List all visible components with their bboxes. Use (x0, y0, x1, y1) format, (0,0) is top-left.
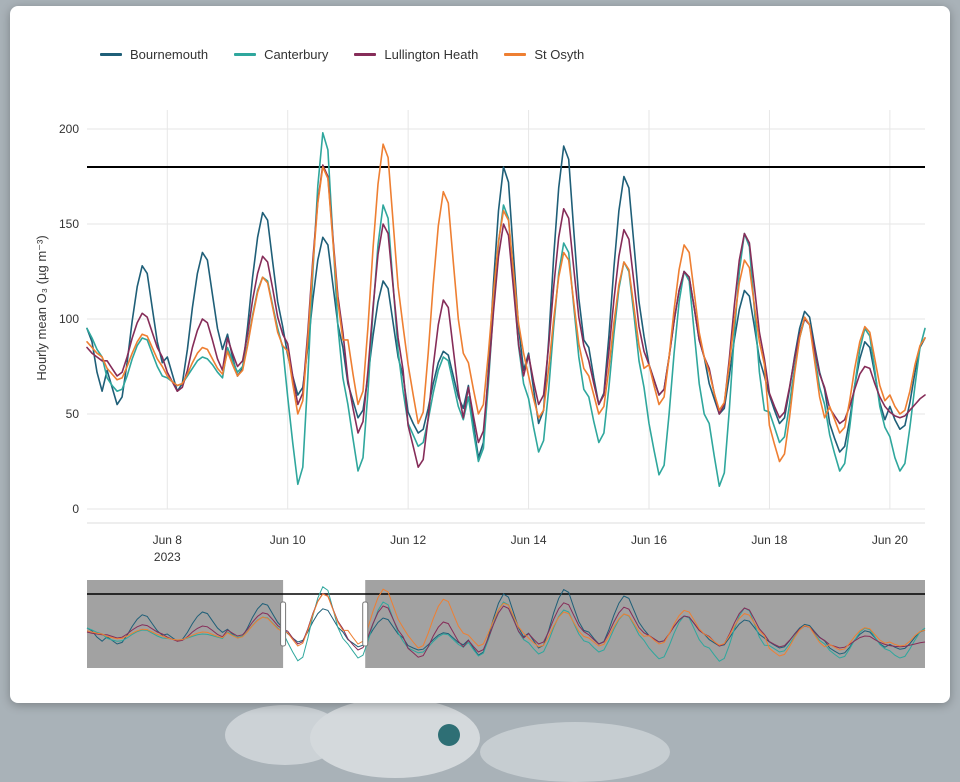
legend-item-lullington-heath[interactable]: Lullington Heath (354, 47, 478, 62)
legend-label: Lullington Heath (384, 47, 478, 62)
plot-area[interactable] (87, 110, 925, 509)
svg-text:50: 50 (66, 407, 80, 421)
svg-text:Jun 18: Jun 18 (751, 533, 787, 547)
range-selector-window[interactable] (283, 580, 365, 668)
svg-text:2023: 2023 (154, 550, 181, 564)
range-selector[interactable] (87, 580, 925, 668)
legend-item-bournemouth[interactable]: Bournemouth (100, 47, 208, 62)
y-axis-label: Hourly mean O₃ (µg m⁻³) (34, 158, 50, 458)
svg-text:Jun 8: Jun 8 (153, 533, 183, 547)
timeseries-chart: 0 50 100 150 200 Jun 8 2023 Jun 10 Jun 12 Jun 14 J… (0, 0, 960, 738)
range-handle-left[interactable] (281, 602, 286, 646)
svg-text:Jun 12: Jun 12 (390, 533, 426, 547)
svg-text:150: 150 (59, 217, 79, 231)
range-handle-right[interactable] (363, 602, 368, 646)
legend-swatch-st-osyth (504, 53, 526, 56)
svg-text:0: 0 (72, 502, 79, 516)
legend-swatch-bournemouth (100, 53, 122, 56)
svg-text:Jun 16: Jun 16 (631, 533, 667, 547)
legend-label: Bournemouth (130, 47, 208, 62)
svg-text:Jun 10: Jun 10 (270, 533, 306, 547)
range-selector-mask (87, 580, 925, 668)
svg-text:100: 100 (59, 312, 79, 326)
legend-label: Canterbury (264, 47, 328, 62)
legend-swatch-canterbury (234, 53, 256, 56)
legend-swatch-lullington-heath (354, 53, 376, 56)
svg-text:Jun 14: Jun 14 (511, 533, 547, 547)
legend-item-canterbury[interactable]: Canterbury (234, 47, 328, 62)
svg-text:200: 200 (59, 122, 79, 136)
legend-item-st-osyth[interactable]: St Osyth (504, 47, 584, 62)
svg-text:Jun 20: Jun 20 (872, 533, 908, 547)
chart-legend: Bournemouth Canterbury Lullington Heath … (100, 47, 584, 62)
page-background: { "page": { "background_color": "#a9b2b8… (0, 0, 960, 738)
legend-label: St Osyth (534, 47, 584, 62)
